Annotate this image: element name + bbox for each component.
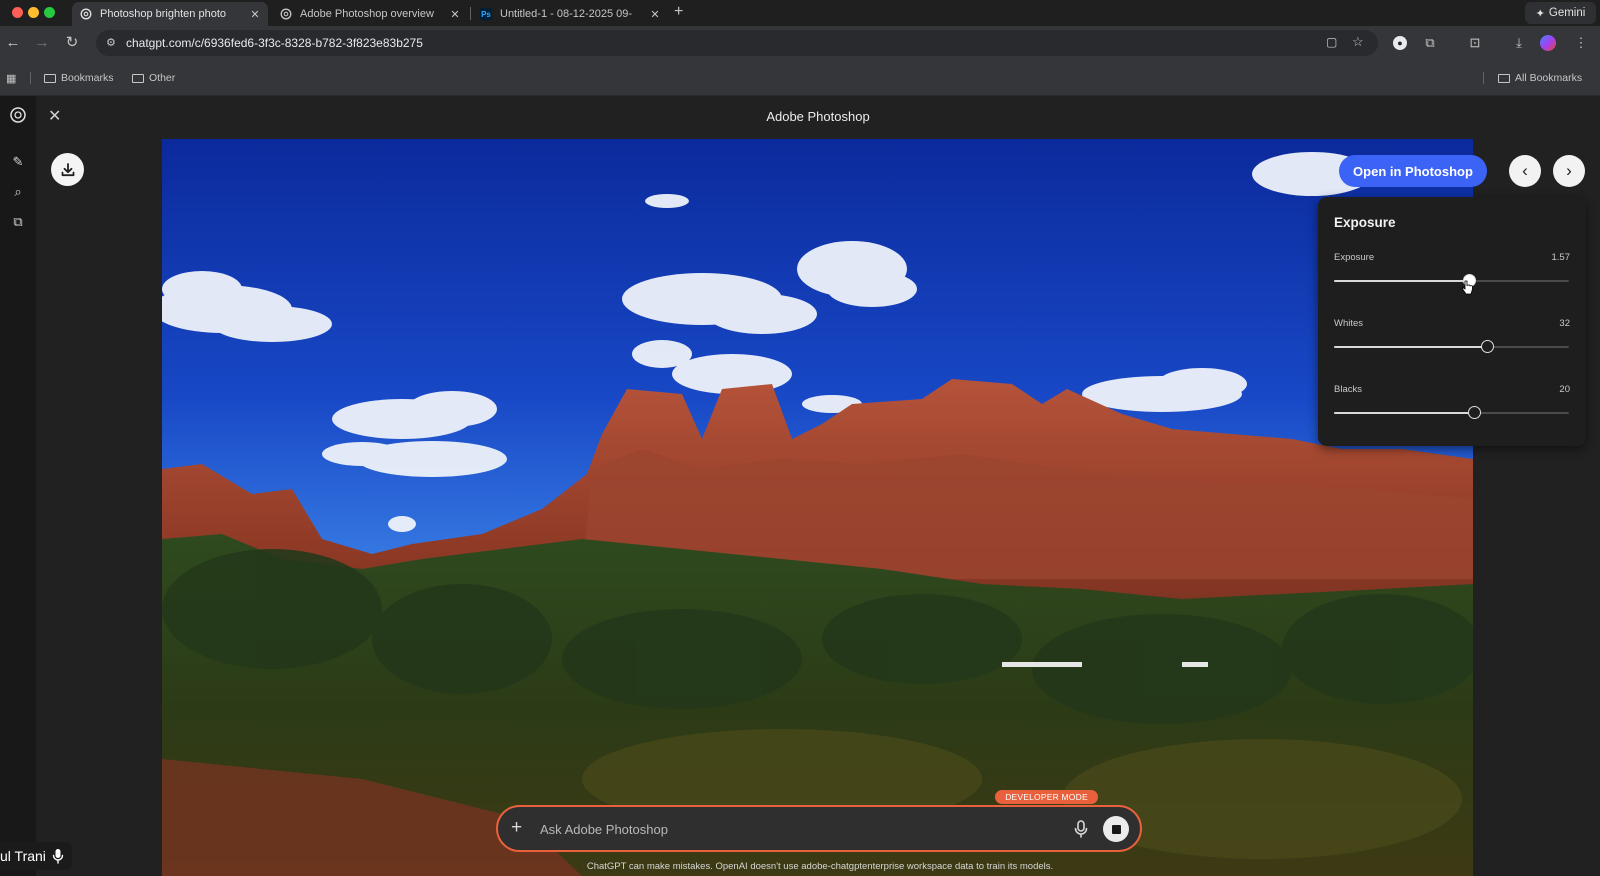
prompt-input[interactable] xyxy=(540,819,1040,839)
microphone-icon xyxy=(52,849,64,864)
close-tab-icon[interactable]: ✕ xyxy=(248,8,262,21)
chevron-right-icon: › xyxy=(1566,161,1572,180)
bookmark-folder-other[interactable]: Other xyxy=(132,72,175,84)
add-attachment-icon[interactable]: + xyxy=(511,817,522,839)
forward-icon[interactable]: → xyxy=(32,33,52,53)
address-bar[interactable]: ⚙ chatgpt.com/c/6936fed6-3f3c-8328-b782-… xyxy=(96,30,1378,56)
all-bookmarks-button[interactable]: All Bookmarks xyxy=(1498,72,1582,84)
open-in-photoshop-button[interactable]: Open in Photoshop xyxy=(1339,155,1487,187)
maximize-window-button[interactable] xyxy=(44,7,55,18)
gemini-label: Gemini xyxy=(1548,7,1586,19)
landscape-photo xyxy=(162,139,1473,876)
library-icon[interactable]: ⧉ xyxy=(8,212,28,232)
bookmark-star-icon[interactable]: ☆ xyxy=(1352,34,1364,50)
whites-slider[interactable] xyxy=(1334,340,1569,353)
previous-arrow-button[interactable]: ‹ xyxy=(1509,155,1541,187)
whites-slider-label: Whites xyxy=(1334,318,1364,329)
landscape-image xyxy=(162,139,1473,876)
chatgpt-icon xyxy=(280,8,292,20)
reload-icon[interactable]: ↻ xyxy=(62,33,82,53)
folder-icon xyxy=(132,73,144,83)
browser-tab-bar: Photoshop brighten photo ✕ Adobe Photosh… xyxy=(0,0,1600,26)
download-icon[interactable]: ⤓ xyxy=(1510,34,1528,52)
disclaimer-text: ChatGPT can make mistakes. OpenAI doesn'… xyxy=(586,861,1054,872)
page-info-icon[interactable]: ▢ xyxy=(1326,35,1337,49)
exposure-slider-label: Exposure xyxy=(1334,252,1375,263)
panel-title: Exposure xyxy=(1334,215,1396,230)
tab-label: Adobe Photoshop overview xyxy=(300,8,434,20)
new-tab-icon[interactable]: + xyxy=(674,3,683,21)
next-arrow-button[interactable]: › xyxy=(1553,155,1585,187)
slider-fill xyxy=(1334,280,1470,282)
folder-icon xyxy=(1498,73,1510,83)
app-header: ✕ Adobe Photoshop xyxy=(36,96,1600,139)
photoshop-icon: Ps xyxy=(480,8,492,20)
sparkle-icon: ✦ xyxy=(1535,7,1545,20)
speaker-caption: ul Trani xyxy=(0,842,72,870)
profile-avatar[interactable] xyxy=(1540,35,1556,51)
bookmark-folder-bookmarks[interactable]: Bookmarks xyxy=(44,72,114,84)
new-chat-icon[interactable]: ✎ xyxy=(8,152,28,172)
download-image-button[interactable] xyxy=(51,153,84,186)
gemini-button[interactable]: ✦ Gemini xyxy=(1525,2,1596,24)
chatgpt-icon xyxy=(80,8,92,20)
extension-icon[interactable]: ● xyxy=(1393,36,1407,50)
tab-search-icon[interactable]: ⊡ xyxy=(1466,34,1484,52)
chevron-left-icon: ‹ xyxy=(1522,161,1528,180)
bookmarks-bar: ▦ Bookmarks Other All Bookmarks xyxy=(0,60,1600,96)
microphone-icon[interactable] xyxy=(1072,819,1090,839)
apps-grid-icon[interactable]: ▦ xyxy=(6,72,16,85)
stop-icon xyxy=(1111,824,1121,834)
folder-icon xyxy=(44,73,56,83)
tab-untitled-photoshop[interactable]: Ps Untitled-1 - 08-12-2025 09- ✕ xyxy=(472,2,668,26)
site-settings-icon[interactable]: ⚙ xyxy=(106,36,116,49)
stop-button[interactable] xyxy=(1103,816,1129,842)
caption-text: ul Trani xyxy=(0,848,46,864)
tab-photoshop-brighten-photo[interactable]: Photoshop brighten photo ✕ xyxy=(72,2,268,26)
blacks-slider[interactable] xyxy=(1334,406,1569,419)
url-text: chatgpt.com/c/6936fed6-3f3c-8328-b782-3f… xyxy=(126,36,423,50)
tab-label: Photoshop brighten photo xyxy=(100,8,226,20)
tab-label: Untitled-1 - 08-12-2025 09- xyxy=(500,8,633,20)
app-title: Adobe Photoshop xyxy=(766,109,870,124)
mouse-cursor-icon xyxy=(1462,280,1473,295)
bookmark-divider xyxy=(30,72,31,84)
slider-fill xyxy=(1334,346,1487,348)
all-bookmarks-label: All Bookmarks xyxy=(1515,72,1583,84)
exposure-slider-value: 1.57 xyxy=(1551,252,1571,263)
composer: + xyxy=(496,805,1142,852)
tab-divider xyxy=(470,7,471,20)
download-icon xyxy=(61,162,74,176)
extensions-puzzle-icon[interactable]: ⧉ xyxy=(1421,34,1439,52)
browser-toolbar: ← → ↻ ⚙ chatgpt.com/c/6936fed6-3f3c-8328… xyxy=(0,26,1600,60)
slider-thumb[interactable] xyxy=(1480,340,1494,353)
bookmark-label: Other xyxy=(149,72,176,84)
exposure-slider[interactable] xyxy=(1334,274,1569,287)
openai-logo-icon[interactable] xyxy=(8,106,28,126)
bookmark-divider xyxy=(1483,72,1484,84)
slider-fill xyxy=(1334,412,1474,414)
tab-adobe-photoshop-overview[interactable]: Adobe Photoshop overview ✕ xyxy=(272,2,468,26)
blacks-slider-label: Blacks xyxy=(1334,384,1362,395)
more-menu-icon[interactable]: ⋮ xyxy=(1572,34,1590,52)
blacks-slider-value: 20 xyxy=(1559,384,1570,395)
chatgpt-sidebar-rail: ✎ ⌕ ⧉ xyxy=(0,96,36,876)
whites-slider-value: 32 xyxy=(1559,318,1570,329)
close-window-button[interactable] xyxy=(12,7,23,18)
close-tab-icon[interactable]: ✕ xyxy=(648,8,662,21)
close-tab-icon[interactable]: ✕ xyxy=(448,8,462,21)
exposure-panel: Exposure Exposure 1.57 Whites 32 Blacks … xyxy=(1318,197,1586,446)
minimize-window-button[interactable] xyxy=(28,7,39,18)
back-icon[interactable]: ← xyxy=(3,33,23,53)
bookmark-label: Bookmarks xyxy=(61,72,114,84)
slider-thumb[interactable] xyxy=(1467,406,1481,419)
search-icon[interactable]: ⌕ xyxy=(8,182,28,202)
developer-mode-badge: DEVELOPER MODE xyxy=(995,790,1098,804)
